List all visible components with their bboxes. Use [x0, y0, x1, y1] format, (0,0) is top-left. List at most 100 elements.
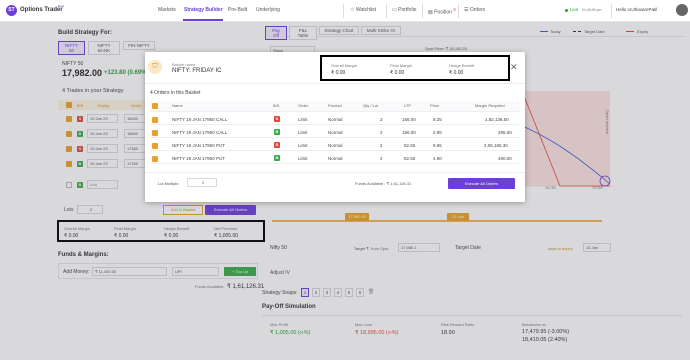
order-product: Normal: [328, 143, 343, 148]
col-margin: Margin Required: [475, 103, 505, 108]
orders-link[interactable]: ☰ Orders: [464, 7, 485, 13]
nav-strategy-builder[interactable]: Strategy Builder: [184, 7, 223, 13]
order-checkbox[interactable]: [152, 156, 158, 162]
order-qty: 2: [380, 117, 383, 122]
select-all-orders-checkbox[interactable]: [152, 103, 158, 109]
order-checkbox[interactable]: [152, 117, 158, 123]
order-checkbox[interactable]: [152, 130, 158, 136]
order-product: Normal: [328, 130, 343, 135]
col-ltp: LTP: [404, 103, 412, 108]
position-icon: ▤: [428, 9, 433, 16]
live-label: Live: [570, 7, 579, 12]
modal-funds-available: Funds Available : ₹ 1,61,126.31: [355, 181, 412, 186]
basket-final-margin-value: ₹ 0.00: [390, 70, 405, 76]
order-product: Normal: [328, 117, 343, 122]
col-price: Price: [430, 103, 440, 108]
order-margin: 2,06,165.30: [484, 143, 508, 148]
order-name: NIFTY 19 JAN 17950 CALL: [172, 130, 228, 135]
order-bs[interactable]: S: [274, 116, 280, 122]
close-icon[interactable]: ✕: [510, 62, 518, 73]
top-navbar: ST Options Trader Beta Markets Strategy …: [0, 0, 690, 22]
basket-overall-margin-label: Overall Margin: [331, 63, 358, 68]
basket-name: NIFTY: FRIDAY IC: [172, 68, 222, 74]
watchlist-icon: ☆: [350, 7, 355, 13]
orders-table-header: Name B/S Order Product Qty / Lot LTP Pri…: [150, 101, 520, 112]
col-name: Name: [172, 103, 183, 108]
order-price[interactable]: 2.95: [433, 130, 442, 135]
basket-name-label: Basket name: [172, 62, 196, 67]
basket-icon: ⛉: [148, 60, 162, 74]
nav-markets[interactable]: Markets: [158, 7, 176, 13]
watchlist-link[interactable]: ☆ Watchlist: [350, 7, 376, 13]
order-margin: 295.00: [498, 130, 512, 135]
order-margin: 1,82,136.50: [485, 117, 509, 122]
live-time: 01:46:06 pm: [582, 7, 602, 12]
order-price[interactable]: 4.90: [433, 156, 442, 161]
order-ltp: 82.55: [404, 143, 416, 148]
nav-pre-built[interactable]: Pre-Built: [228, 7, 247, 13]
order-name: NIFTY 19 JAN 17950 CALL: [172, 117, 228, 122]
order-checkbox[interactable]: [152, 143, 158, 149]
table-row: NIFTY 19 JAN 17950 CALL S Limit Normal 2…: [150, 114, 520, 125]
order-margin: 490.00: [498, 156, 512, 161]
table-row: NIFTY 19 JAN 17950 CALL B Limit Normal 2…: [150, 127, 520, 138]
orders-icon: ☰: [464, 7, 469, 13]
order-ltp: 156.00: [402, 130, 416, 135]
order-type: Limit: [298, 156, 308, 161]
col-qty: Qty / Lot: [363, 103, 379, 108]
order-ltp: 156.00: [402, 117, 416, 122]
order-name: NIFTY 19 JAN 17950 PUT: [172, 156, 225, 161]
portfolio-link[interactable]: ▭ Portfolio: [392, 7, 416, 13]
basket-hedge-benefit-label: Hedge Benefit: [449, 63, 475, 68]
order-type: Limit: [298, 130, 308, 135]
col-bs: B/S: [273, 103, 280, 108]
nav-active-indicator: [183, 19, 223, 21]
order-bs[interactable]: S: [274, 142, 280, 148]
order-type: Limit: [298, 117, 308, 122]
order-price[interactable]: 9.65: [433, 143, 442, 148]
order-type: Limit: [298, 143, 308, 148]
col-product: Product: [328, 103, 342, 108]
order-price[interactable]: 8.25: [433, 117, 442, 122]
divider: [145, 172, 525, 173]
app-logo: ST: [6, 5, 17, 16]
position-label: Position: [434, 9, 452, 16]
basket-margin-summary: Overall Margin ₹ 0.00 Final Margin ₹ 0.0…: [320, 55, 510, 81]
lot-multiple-stepper[interactable]: 2: [187, 178, 217, 187]
live-dot-icon: [565, 9, 568, 12]
beta-tag: Beta: [58, 4, 65, 8]
avatar[interactable]: [676, 4, 688, 16]
col-order: Order: [298, 103, 309, 108]
nav-underlying[interactable]: Underlying: [256, 7, 280, 13]
divider: [611, 4, 612, 18]
table-row: NIFTY 19 JAN 17950 PUT B Limit Normal 2 …: [150, 153, 520, 164]
order-bs[interactable]: B: [274, 155, 280, 161]
greeting[interactable]: Hello nnJhavarePatil: [616, 7, 657, 12]
order-ltp: 82.55: [404, 156, 416, 161]
position-badge: 8: [453, 7, 456, 12]
modal-execute-all-button[interactable]: Execute All Orders: [448, 178, 515, 189]
basket-overall-margin-value: ₹ 0.00: [331, 70, 346, 76]
basket-modal: ⛉ Basket name NIFTY: FRIDAY IC Overall M…: [145, 52, 525, 202]
order-name: NIFTY 19 JAN 17950 PUT: [172, 143, 225, 148]
basket-hedge-benefit-value: ₹ 0.00: [449, 70, 464, 76]
order-product: Normal: [328, 156, 343, 161]
divider: [386, 4, 387, 18]
orders-count: 4 Orders in this Basket: [150, 90, 201, 96]
portfolio-icon: ▭: [392, 7, 397, 13]
divider: [422, 4, 423, 18]
lot-multiple-label: Lot Multiple: [158, 181, 179, 186]
orders-label: Orders: [469, 7, 486, 13]
order-qty: 2: [380, 130, 383, 135]
basket-final-margin-label: Final Margin: [390, 63, 413, 68]
brand-name: Options Trader: [20, 7, 63, 13]
watchlist-label: Watchlist: [355, 7, 376, 13]
order-qty: 2: [380, 143, 383, 148]
divider: [458, 4, 459, 18]
order-qty: 2: [380, 156, 383, 161]
portfolio-label: Portfolio: [398, 7, 417, 13]
position-link[interactable]: ▤ Position 8: [428, 7, 456, 16]
divider: [343, 4, 344, 18]
order-bs[interactable]: B: [274, 129, 280, 135]
table-row: NIFTY 19 JAN 17950 PUT S Limit Normal 2 …: [150, 140, 520, 151]
